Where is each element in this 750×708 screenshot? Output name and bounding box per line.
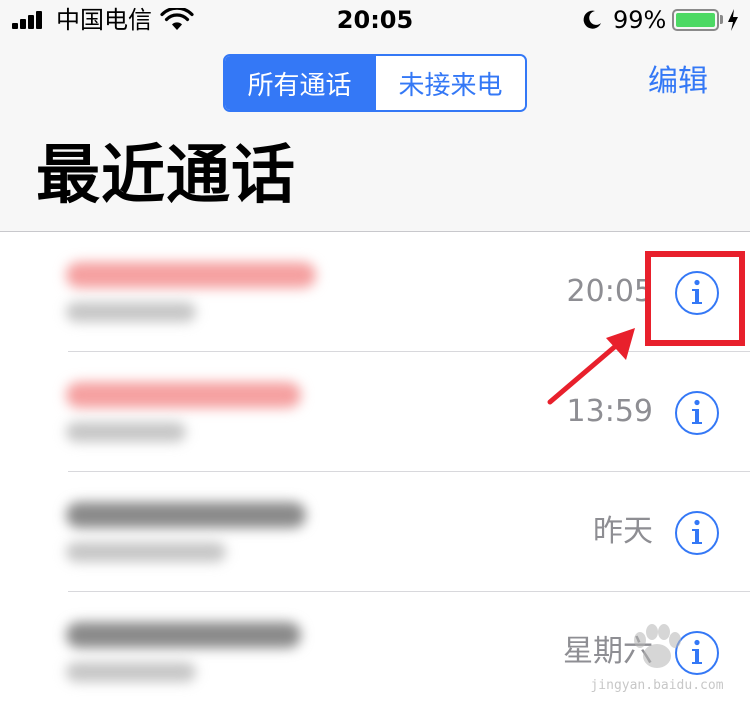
call-time: 昨天 <box>593 514 653 549</box>
battery-icon <box>672 9 719 31</box>
battery-tip <box>720 15 723 24</box>
battery-level-fill <box>676 13 715 27</box>
page-title: 最近通话 <box>36 139 296 213</box>
status-bar: 中国电信 20:05 99% <box>0 0 750 40</box>
charging-bolt-icon <box>728 9 738 31</box>
call-row[interactable]: 昨天 <box>0 472 750 592</box>
call-time: 20:05 <box>566 274 653 309</box>
edit-button[interactable]: 编辑 <box>648 62 708 102</box>
segment-all-calls[interactable]: 所有通话 <box>225 56 374 110</box>
blurred-call-detail <box>66 302 196 322</box>
blurred-call-detail <box>66 662 196 682</box>
annotation-highlight-box <box>645 251 745 346</box>
blurred-call-detail <box>66 542 226 562</box>
blurred-contact-name <box>66 502 306 528</box>
blurred-contact-name <box>66 262 316 288</box>
moon-icon <box>583 10 601 29</box>
call-filter-segmented-control: 所有通话 未接来电 <box>223 54 527 112</box>
blurred-call-detail <box>66 422 186 442</box>
battery-percent: 99% <box>613 6 667 34</box>
blurred-contact-name <box>66 622 301 648</box>
info-icon[interactable] <box>674 510 720 556</box>
segment-missed-calls[interactable]: 未接来电 <box>374 56 525 110</box>
baidu-jingyan-watermark: jingyan.baidu.com <box>572 618 742 704</box>
info-icon[interactable] <box>674 390 720 436</box>
annotation-arrow-icon <box>547 328 635 405</box>
watermark-url: jingyan.baidu.com <box>590 678 724 693</box>
paw-logo-icon <box>634 624 681 668</box>
blurred-contact-name <box>66 382 301 408</box>
